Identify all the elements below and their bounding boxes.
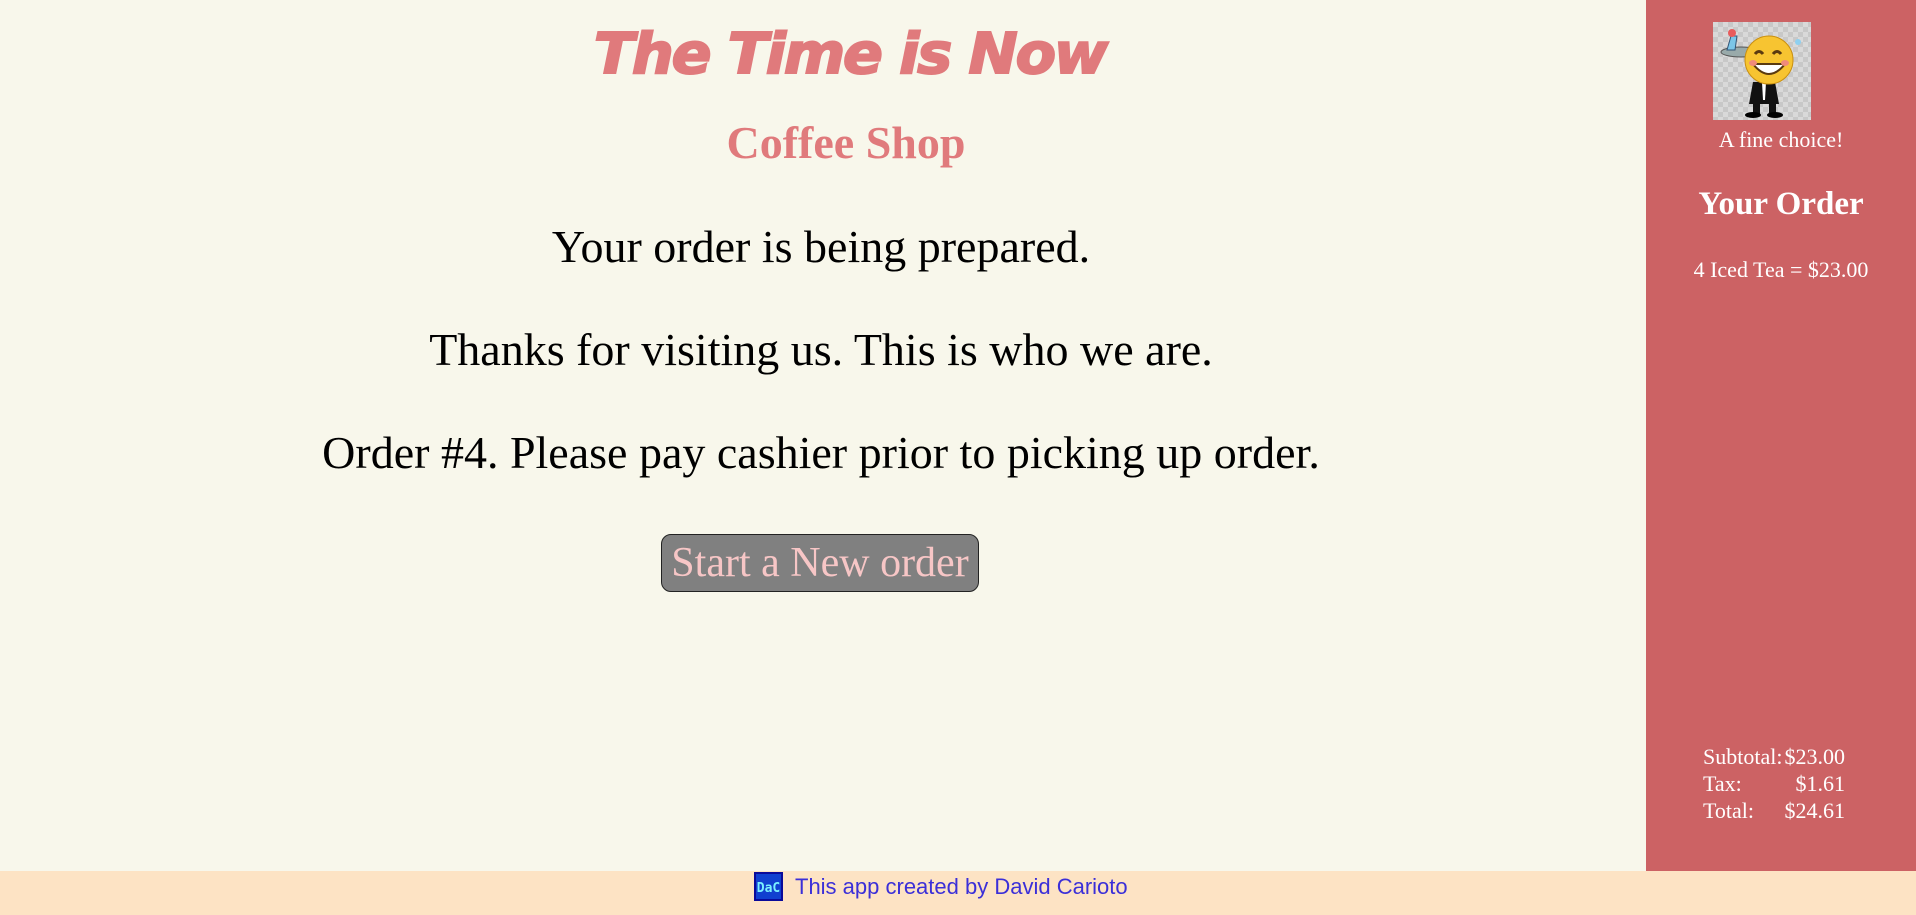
subtotal-value: $23.00: [1784, 744, 1845, 769]
start-new-order-button[interactable]: Start a New order: [661, 534, 979, 592]
order-sidebar: A fine choice! Your Order 4 Iced Tea = $…: [1646, 0, 1916, 871]
subtotal-row: Subtotal: $23.00: [1703, 743, 1845, 770]
thanks-message: Thanks for visiting us. This is who we a…: [429, 324, 1213, 375]
your-order-heading: Your Order: [1698, 186, 1864, 222]
waiter-emoji-icon: [1713, 22, 1811, 120]
main-content: The Time is Now Coffee Shop Your order i…: [0, 0, 1646, 870]
order-number-message: Order #4. Please pay cashier prior to pi…: [322, 427, 1320, 478]
tax-value: $1.61: [1795, 771, 1845, 796]
tax-row: Tax: $1.61: [1703, 770, 1845, 797]
tagline: A fine choice!: [1718, 127, 1844, 152]
footer: DaC This app created by David Carioto: [0, 871, 1916, 915]
order-status-message: Your order is being prepared.: [551, 221, 1091, 272]
tax-label: Tax:: [1703, 771, 1742, 796]
svg-text:DaC: DaC: [757, 881, 780, 896]
order-line-item: 4 Iced Tea = $23.00: [1693, 257, 1869, 282]
brand-subtitle: Coffee Shop: [726, 117, 966, 168]
credits-link[interactable]: This app created by David Carioto: [795, 872, 1128, 902]
subtotal-label: Subtotal:: [1703, 744, 1783, 769]
dac-logo-icon: DaC: [754, 872, 783, 901]
total-row: Total: $24.61: [1703, 797, 1845, 824]
total-label: Total:: [1703, 798, 1755, 823]
brand-title: The Time is Now: [593, 21, 1109, 88]
total-value: $24.61: [1784, 798, 1845, 823]
order-totals: Subtotal: $23.00 Tax: $1.61 Total: $24.6…: [1703, 743, 1845, 824]
